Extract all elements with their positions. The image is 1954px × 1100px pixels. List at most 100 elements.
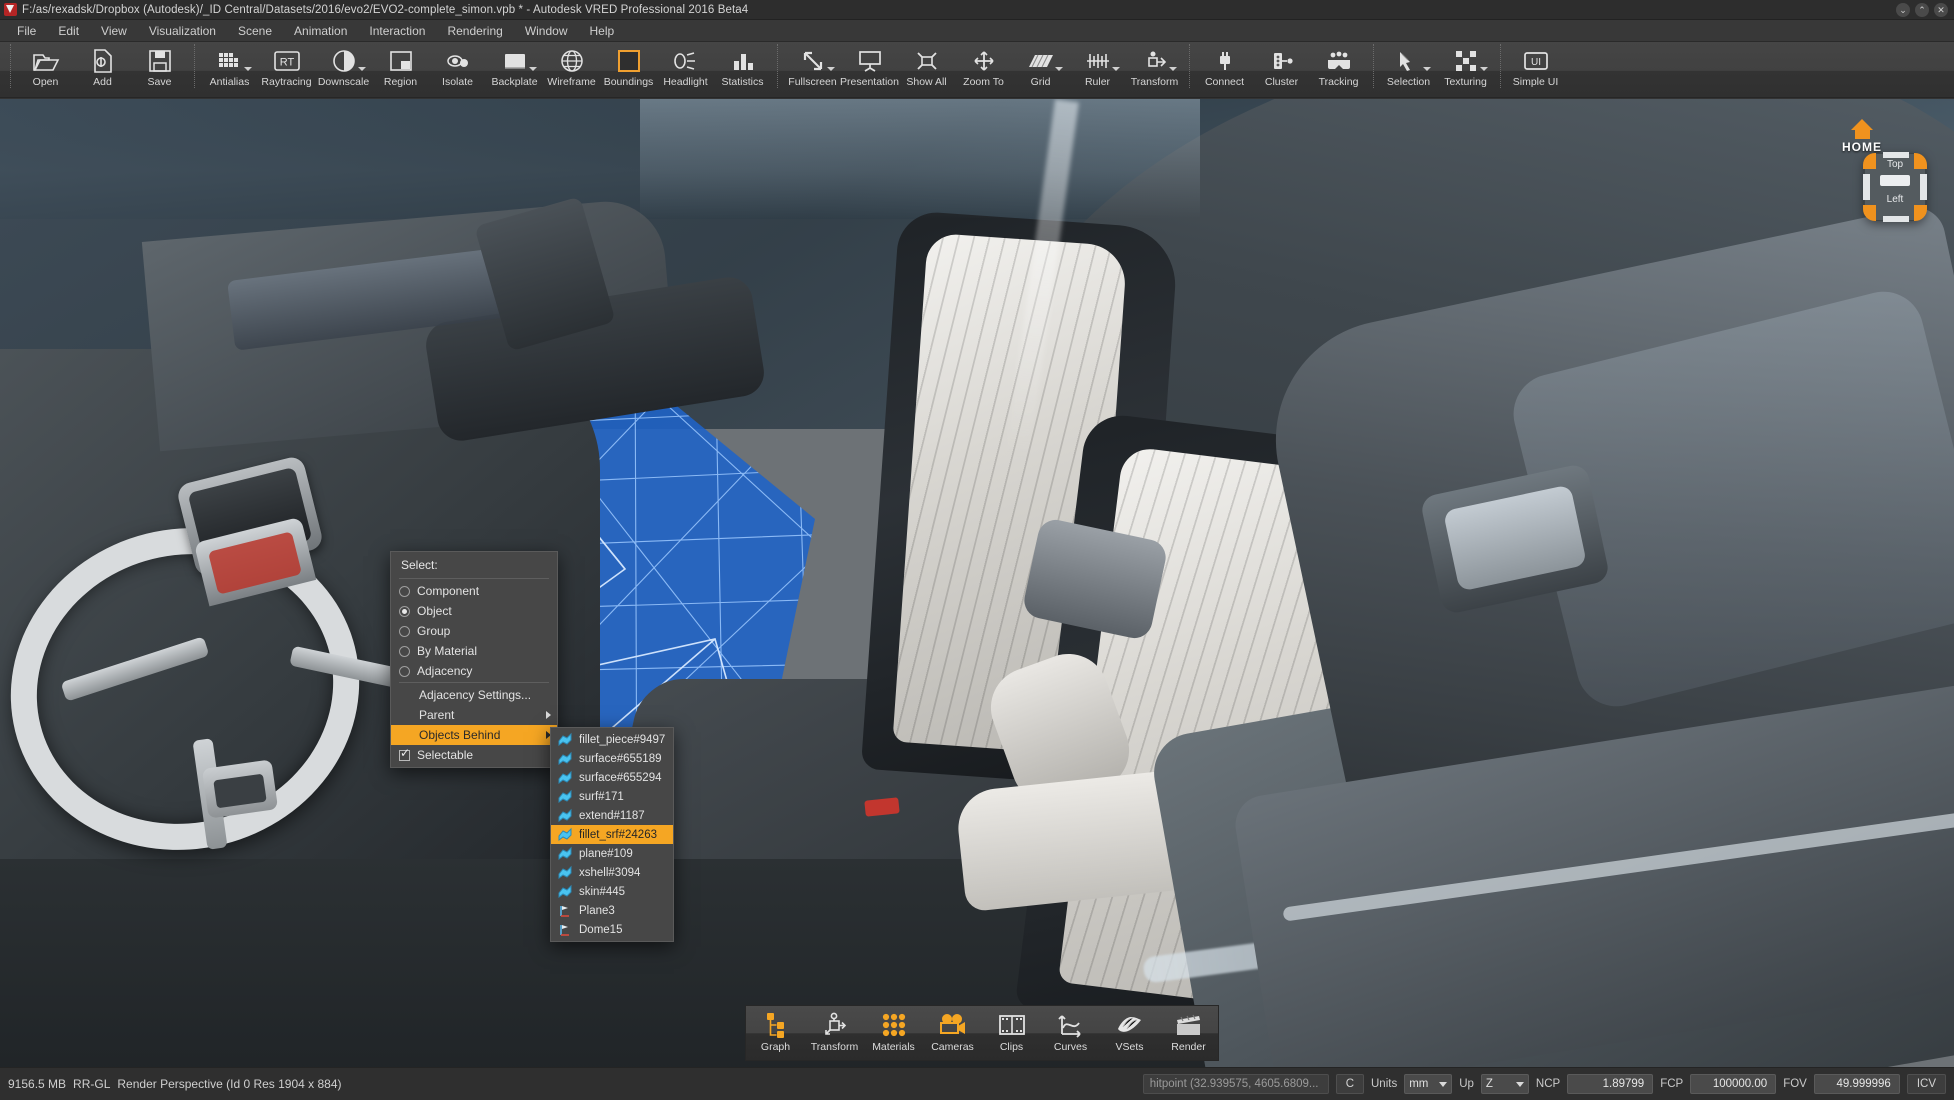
view-cube-widget[interactable]: HOME Top Left: [1858, 127, 1926, 221]
submenu-item-fillet-srf-24263[interactable]: fillet_srf#24263: [551, 825, 673, 844]
icv-button[interactable]: ICV: [1907, 1074, 1946, 1094]
render-viewport[interactable]: HOME Top Left Select:: [0, 99, 1954, 1067]
dropdown-arrow-icon[interactable]: [827, 67, 835, 71]
checkbox-icon[interactable]: [399, 750, 410, 761]
radio-icon[interactable]: [399, 666, 410, 677]
toolbar-button-selection[interactable]: Selection: [1380, 42, 1437, 96]
maximize-button[interactable]: ⌃: [1915, 3, 1929, 17]
submenu-item-skin-445[interactable]: skin#445: [551, 882, 673, 901]
toolbar-button-wireframe[interactable]: Wireframe: [543, 42, 600, 96]
menu-item-selectable[interactable]: Selectable: [391, 745, 557, 765]
cube-edge[interactable]: [1883, 216, 1909, 222]
dropdown-arrow-icon[interactable]: [1112, 67, 1120, 71]
cube-corner[interactable]: [1914, 205, 1927, 221]
dock-button-curves[interactable]: Curves: [1041, 1006, 1100, 1060]
menu-item-adjacency[interactable]: Adjacency: [391, 661, 557, 681]
radio-icon[interactable]: [399, 586, 410, 597]
toolbar-button-simple-ui[interactable]: UI Simple UI: [1507, 42, 1564, 96]
fov-value-field[interactable]: 49.999996: [1814, 1074, 1900, 1094]
dropdown-arrow-icon[interactable]: [244, 67, 252, 71]
units-select[interactable]: mm: [1404, 1074, 1452, 1094]
menu-item-help[interactable]: Help: [579, 21, 626, 41]
toolbar-button-isolate[interactable]: Isolate: [429, 42, 486, 96]
dock-button-clips[interactable]: Clips: [982, 1006, 1041, 1060]
dock-button-render[interactable]: Render: [1159, 1006, 1218, 1060]
dropdown-arrow-icon[interactable]: [1055, 67, 1063, 71]
menu-item-visualization[interactable]: Visualization: [138, 21, 227, 41]
fcp-value-field[interactable]: 100000.00: [1690, 1074, 1776, 1094]
home-button[interactable]: HOME: [1832, 119, 1892, 154]
submenu-item-surface-655294[interactable]: surface#655294: [551, 768, 673, 787]
dropdown-arrow-icon[interactable]: [529, 67, 537, 71]
cube-face-top[interactable]: Top: [1865, 159, 1925, 170]
cube-corner[interactable]: [1863, 205, 1876, 221]
hitpoint-field[interactable]: hitpoint (32.939575, 4605.6809...: [1143, 1074, 1329, 1094]
toolbar-button-ruler[interactable]: Ruler: [1069, 42, 1126, 96]
toolbar-button-zoom-to[interactable]: Zoom To: [955, 42, 1012, 96]
menu-item-objects-behind[interactable]: Objects Behind: [391, 725, 557, 745]
menu-item-group[interactable]: Group: [391, 621, 557, 641]
toolbar-button-show-all[interactable]: Show All: [898, 42, 955, 96]
menu-item-file[interactable]: File: [6, 21, 47, 41]
toolbar-button-presentation[interactable]: Presentation: [841, 42, 898, 96]
toolbar-button-transform[interactable]: Transform: [1126, 42, 1183, 96]
up-axis-select[interactable]: Z: [1481, 1074, 1529, 1094]
submenu-item-xshell-3094[interactable]: xshell#3094: [551, 863, 673, 882]
toolbar-button-raytracing[interactable]: RT Raytracing: [258, 42, 315, 96]
submenu-item-extend-1187[interactable]: extend#1187: [551, 806, 673, 825]
close-button[interactable]: ✕: [1934, 3, 1948, 17]
minimize-button[interactable]: ⌄: [1896, 3, 1910, 17]
submenu-item-dome15[interactable]: Dome15: [551, 920, 673, 939]
radio-icon[interactable]: [399, 646, 410, 657]
menu-item-by-material[interactable]: By Material: [391, 641, 557, 661]
toolbar-button-statistics[interactable]: Statistics: [714, 42, 771, 96]
toolbar-button-open[interactable]: Open: [17, 42, 74, 96]
radio-icon-selected[interactable]: [399, 606, 410, 617]
toolbar-button-texturing[interactable]: Texturing: [1437, 42, 1494, 96]
dropdown-arrow-icon[interactable]: [358, 67, 366, 71]
toolbar-button-save[interactable]: Save: [131, 42, 188, 96]
menu-item-window[interactable]: Window: [514, 21, 579, 41]
view-cube[interactable]: Top Left: [1864, 153, 1926, 221]
submenu-item-plane3[interactable]: Plane3: [551, 901, 673, 920]
menu-item-component[interactable]: Component: [391, 581, 557, 601]
toolbar-button-connect[interactable]: Connect: [1196, 42, 1253, 96]
toolbar-button-backplate[interactable]: Backplate: [486, 42, 543, 96]
submenu-item-surface-655189[interactable]: surface#655189: [551, 749, 673, 768]
toolbar-button-boundings[interactable]: Boundings: [600, 42, 657, 96]
submenu-item-fillet-piece[interactable]: fillet_piece#9497: [551, 730, 673, 749]
coordinate-mode-button[interactable]: C: [1336, 1074, 1364, 1094]
menu-item-animation[interactable]: Animation: [283, 21, 358, 41]
dropdown-arrow-icon[interactable]: [1423, 67, 1431, 71]
radio-icon[interactable]: [399, 626, 410, 637]
dock-button-cameras[interactable]: Cameras: [923, 1006, 982, 1060]
dock-button-vsets[interactable]: VSets: [1100, 1006, 1159, 1060]
dock-button-graph[interactable]: Graph: [746, 1006, 805, 1060]
menu-item-object[interactable]: Object: [391, 601, 557, 621]
toolbar-button-tracking[interactable]: Tracking: [1310, 42, 1367, 96]
menu-item-adjacency-settings[interactable]: Adjacency Settings...: [391, 685, 557, 705]
toolbar-button-grid[interactable]: Grid: [1012, 42, 1069, 96]
menu-item-edit[interactable]: Edit: [47, 21, 90, 41]
menu-item-scene[interactable]: Scene: [227, 21, 283, 41]
dock-button-materials[interactable]: Materials: [864, 1006, 923, 1060]
cube-face-front[interactable]: [1880, 175, 1910, 186]
menu-item-view[interactable]: View: [90, 21, 138, 41]
dropdown-arrow-icon[interactable]: [1480, 67, 1488, 71]
toolbar-button-downscale[interactable]: Downscale: [315, 42, 372, 96]
menu-item-interaction[interactable]: Interaction: [358, 21, 436, 41]
toolbar-button-add[interactable]: Add: [74, 42, 131, 96]
submenu-item-surf-171[interactable]: surf#171: [551, 787, 673, 806]
submenu-item-plane-109[interactable]: plane#109: [551, 844, 673, 863]
ncp-value-field[interactable]: 1.89799: [1567, 1074, 1653, 1094]
dropdown-arrow-icon[interactable]: [1169, 67, 1177, 71]
viewport-canvas[interactable]: HOME Top Left Select:: [0, 99, 1954, 1067]
toolbar-button-headlight[interactable]: Headlight: [657, 42, 714, 96]
cube-edge[interactable]: [1883, 152, 1909, 158]
cube-face-left[interactable]: Left: [1865, 194, 1925, 205]
toolbar-button-region[interactable]: Region: [372, 42, 429, 96]
menu-item-parent[interactable]: Parent: [391, 705, 557, 725]
toolbar-button-fullscreen[interactable]: Fullscreen: [784, 42, 841, 96]
menu-item-rendering[interactable]: Rendering: [436, 21, 513, 41]
toolbar-button-antialias[interactable]: Antialias: [201, 42, 258, 96]
